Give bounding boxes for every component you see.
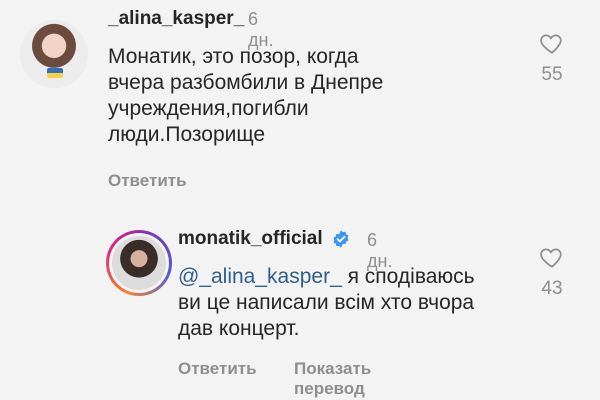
show-translation-button[interactable]: Показать перевод bbox=[294, 359, 371, 399]
avatar-story-ring[interactable] bbox=[106, 230, 172, 296]
comment-text-line: люди.Позорище bbox=[108, 123, 266, 146]
comment-text-line: учреждения,погибли bbox=[108, 97, 309, 120]
comment-username[interactable]: _alina_kasper_ bbox=[108, 8, 244, 30]
reply-button[interactable]: Ответить bbox=[108, 171, 187, 191]
comment-text-fragment: я сподіваюсь bbox=[341, 265, 475, 288]
avatar[interactable] bbox=[20, 20, 88, 88]
mention-link[interactable]: @_alina_kasper_ bbox=[178, 265, 342, 288]
heart-icon[interactable] bbox=[539, 30, 565, 56]
comment-text-line: вчера разбомбили в Днепре bbox=[108, 71, 384, 94]
comment-text-line: дав концерт. bbox=[178, 317, 300, 340]
comment-text-line: Монатик, это позор, когда bbox=[108, 45, 359, 68]
heart-icon[interactable] bbox=[539, 244, 565, 270]
like-count: 55 bbox=[541, 64, 563, 85]
avatar bbox=[112, 236, 166, 290]
ukraine-flag-icon bbox=[47, 68, 63, 78]
comment-username[interactable]: monatik_official bbox=[178, 228, 323, 250]
like-count: 43 bbox=[541, 278, 563, 299]
verified-badge-icon bbox=[333, 230, 349, 248]
comment-text: @_alina_kasper_ я сподіваюсь ви це напис… bbox=[178, 264, 558, 342]
comment-text-line: ви це написали всім хто вчора bbox=[178, 291, 475, 314]
comment-text: Монатик, это позор, когда вчера разбомби… bbox=[108, 44, 488, 148]
reply-button[interactable]: Ответить bbox=[178, 359, 257, 379]
comment-text-line: @_alina_kasper_ я сподіваюсь bbox=[178, 264, 558, 290]
